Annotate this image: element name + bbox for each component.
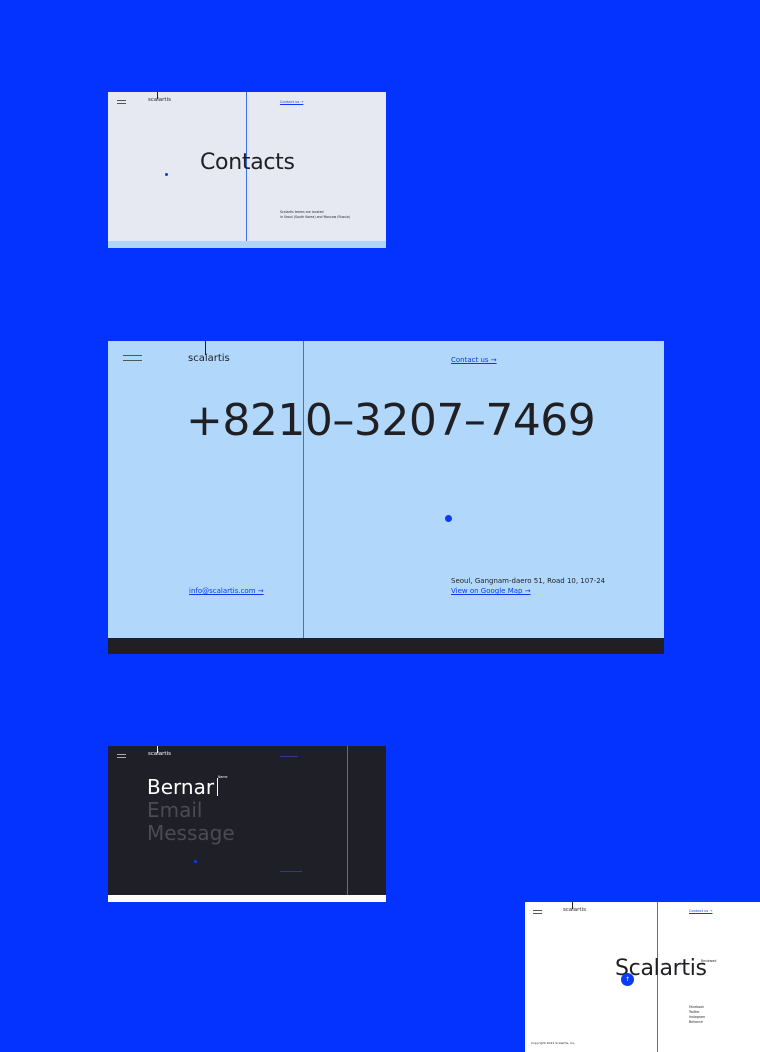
contacts-page-preview: scalartis Contact us → Contacts Scalarti… <box>108 92 386 248</box>
accent-dot <box>445 515 452 522</box>
email-link[interactable]: info@scalartis.com → <box>189 587 264 595</box>
social-link-facebook[interactable]: Facebook <box>689 1005 704 1009</box>
brand-tag: Reviewed <box>701 959 717 963</box>
next-section-stripe <box>108 895 386 902</box>
accent-dot <box>194 860 197 863</box>
footer-strip <box>108 638 664 654</box>
location-note-line-1: Scalartis teams are located <box>280 210 324 214</box>
contact-us-link[interactable]: Contact us → <box>280 100 303 104</box>
social-link-instagram[interactable]: Instagram <box>689 1015 705 1019</box>
logo[interactable]: scalartis <box>148 97 171 103</box>
menu-icon[interactable] <box>533 910 542 916</box>
social-link-twitter[interactable]: Twitter <box>689 1010 700 1014</box>
contact-us-link[interactable]: Contact us → <box>689 909 712 913</box>
menu-icon[interactable] <box>117 100 126 106</box>
text-cursor <box>217 778 218 796</box>
submit-link-placeholder <box>280 871 302 872</box>
name-field[interactable]: Bernar <box>147 775 214 799</box>
email-field[interactable]: Email <box>147 798 203 822</box>
logo[interactable]: scalartis <box>188 353 230 364</box>
phone-page-preview: scalartis Contact us → +8210–3207–7469 i… <box>108 341 664 654</box>
next-section-stripe <box>108 241 386 248</box>
about-page-preview: scalartis Contact us → Scalartis Reviewe… <box>525 902 760 1052</box>
menu-icon[interactable] <box>123 355 142 365</box>
grid-line <box>347 746 348 902</box>
grid-line <box>303 341 304 654</box>
contact-link-placeholder <box>280 756 298 757</box>
logo[interactable]: scalartis <box>563 907 586 913</box>
contact-us-link[interactable]: Contact us → <box>451 356 497 364</box>
contact-form-preview: scalartis Bernar Name Email Message <box>108 746 386 902</box>
menu-icon[interactable] <box>117 754 126 760</box>
message-field[interactable]: Message <box>147 821 235 845</box>
google-map-link[interactable]: View on Google Map → <box>451 587 531 595</box>
arrow-up-icon[interactable]: ↑ <box>621 973 634 986</box>
accent-dot <box>165 173 168 176</box>
phone-number[interactable]: +8210–3207–7469 <box>186 395 596 446</box>
logo[interactable]: scalartis <box>148 751 171 757</box>
location-note-line-2: in Seoul (South Korea) and Moscow (Russi… <box>280 215 351 219</box>
address: Seoul, Gangnam-daero 51, Road 10, 107-24 <box>451 577 606 585</box>
name-field-label: Name <box>218 775 228 779</box>
copyright: Copyright 2024 Scalartis, Inc. <box>531 1041 576 1045</box>
social-link-behance[interactable]: Behance <box>689 1020 703 1024</box>
page-title: Contacts <box>200 150 295 175</box>
